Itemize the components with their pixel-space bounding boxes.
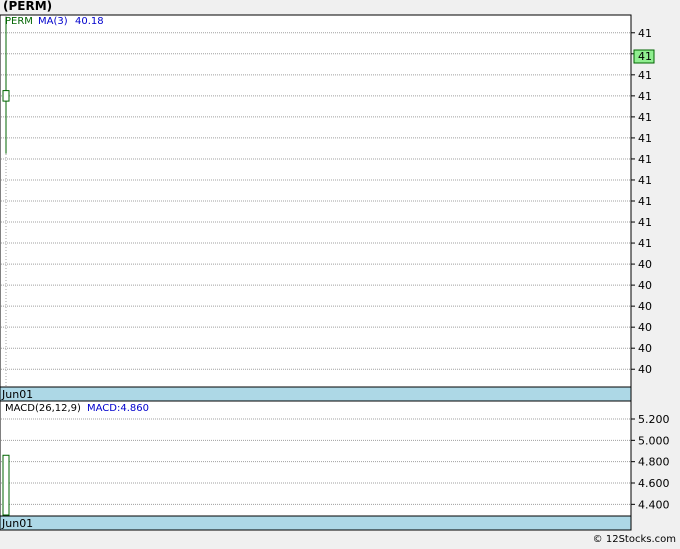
price-tick-label: 41	[638, 90, 652, 103]
macd-tick-label: 4.400	[638, 498, 670, 511]
chart-title: (PERM)	[3, 0, 52, 13]
price-tick-label: 40	[638, 363, 652, 376]
price-date-bar	[0, 386, 632, 402]
macd-tick-label: 4.800	[638, 456, 670, 469]
legend-ma-value: 40.18	[75, 16, 104, 27]
price-tick-label: 40	[638, 258, 652, 271]
macd-legend-value: MACD:4.860	[87, 403, 149, 414]
price-tick-label: 41	[638, 111, 652, 124]
macd-legend-name: MACD(26,12,9)	[5, 403, 81, 414]
price-tick-label: 40	[638, 342, 652, 355]
macd-bar	[2, 454, 10, 516]
macd-date-bar	[0, 515, 632, 531]
price-tick-label: 41	[638, 216, 652, 229]
price-tick-label: 40	[638, 321, 652, 334]
candle-body	[2, 90, 10, 102]
macd-tick-label: 5.000	[638, 434, 670, 447]
price-tick-label: 41	[638, 195, 652, 208]
price-y-axis: 41 41 41 41 41 41 41 41 41 41 41 40 40 40 40 40 40	[631, 27, 652, 376]
price-tick-label: 41	[638, 153, 652, 166]
chart-canvas: (PERM) 414141414141414141414140404040404…	[0, 0, 676, 545]
price-date-label: Jun01	[1, 388, 33, 401]
footer-copyright: © 12Stocks.com	[593, 534, 676, 545]
macd-bars	[2, 454, 10, 516]
macd-y-axis: 5.200 5.000 4.800 4.600 4.400	[631, 413, 670, 511]
price-tick-label: 41	[638, 237, 652, 250]
price-tick-label: 40	[638, 279, 652, 292]
price-tick-label: 41	[638, 132, 652, 145]
macd-panel	[0, 400, 632, 517]
macd-tick-label: 5.200	[638, 413, 670, 426]
legend-ma-label: MA(3)	[38, 16, 68, 27]
current-price-label: 41	[638, 50, 652, 63]
macd-tick-label: 4.600	[638, 477, 670, 490]
price-tick-label: 41	[638, 27, 652, 40]
legend-symbol: PERM	[5, 16, 33, 27]
price-tick-label: 41	[638, 69, 652, 82]
price-tick-label: 41	[638, 174, 652, 187]
price-tick-label: 40	[638, 300, 652, 313]
chart-root: (PERM) 414141414141414141414140404040404…	[0, 0, 680, 546]
macd-date-label: Jun01	[1, 517, 33, 530]
